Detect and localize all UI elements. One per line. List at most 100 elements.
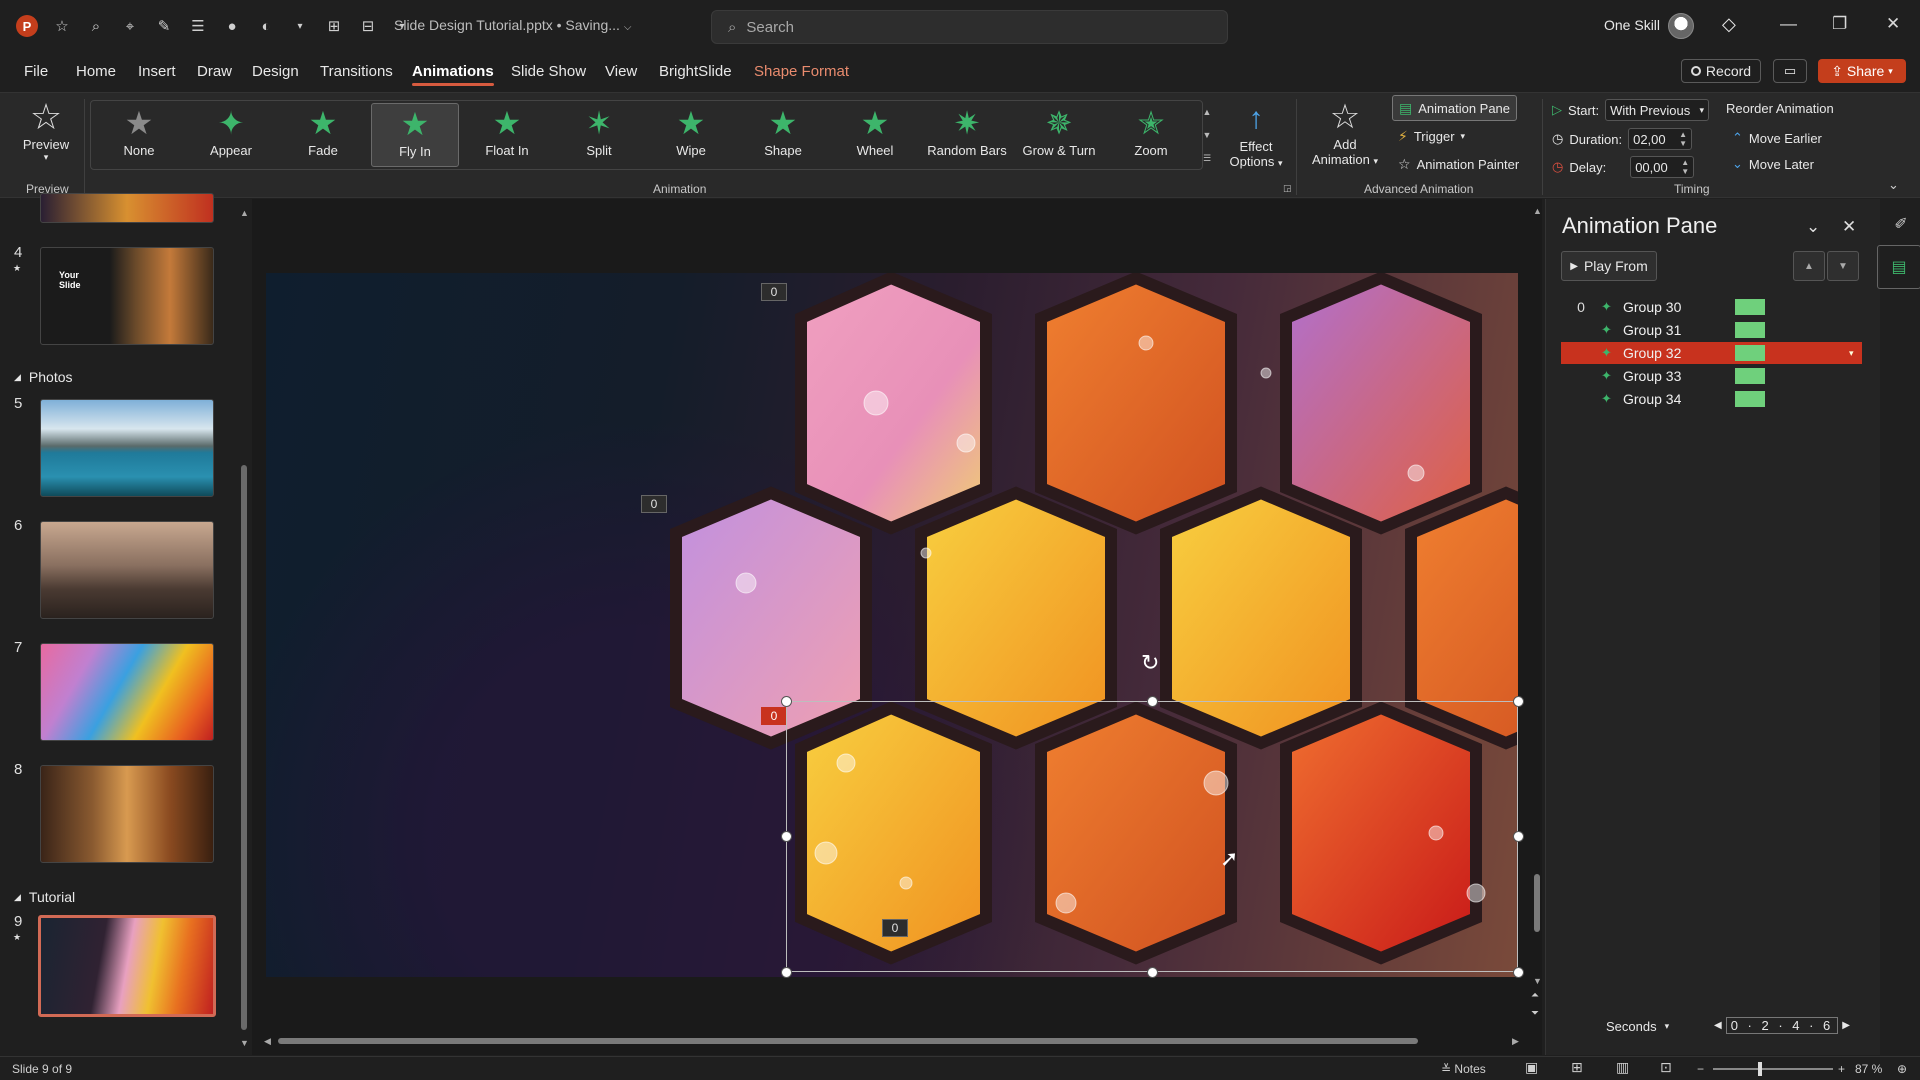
list-item[interactable]: ✦ Group 34 <box>1561 388 1862 410</box>
move-later-button[interactable]: ⌄ Move Later <box>1732 156 1814 172</box>
rotate-handle-icon[interactable]: ↻ <box>1141 650 1159 676</box>
tab-brightslide[interactable]: BrightSlide <box>659 63 732 80</box>
tab-draw[interactable]: Draw <box>197 63 232 80</box>
chevron-up-icon[interactable]: ▲ <box>1203 107 1212 117</box>
thumbnails-scrollbar[interactable]: ▲ ▼ <box>240 208 249 1048</box>
tab-home[interactable]: Home <box>76 63 116 80</box>
slide-thumbnail-9[interactable] <box>38 915 216 1017</box>
close-icon[interactable]: ✕ <box>1842 217 1856 237</box>
minimize-icon[interactable]: — <box>1780 14 1797 34</box>
timeline-bar[interactable] <box>1735 368 1765 384</box>
slide-thumbnail-6[interactable] <box>40 521 214 619</box>
slide-thumbnail-8[interactable] <box>40 765 214 863</box>
notes-button[interactable]: ≚ Notes <box>1441 1062 1486 1076</box>
section-tutorial[interactable]: ◢ Tutorial <box>14 889 75 905</box>
previous-slide-icon[interactable]: ⏶ <box>1531 990 1539 1001</box>
zoom-in-icon[interactable]: + <box>1838 1062 1845 1076</box>
animation-tag[interactable]: 0 <box>761 283 787 301</box>
anim-fade[interactable]: ★ Fade <box>279 103 367 167</box>
scrollbar-thumb[interactable] <box>278 1038 1418 1044</box>
list-item[interactable]: ✦ Group 33 <box>1561 365 1862 387</box>
tab-view[interactable]: View <box>605 63 637 80</box>
scroll-up-icon[interactable]: ▲ <box>1533 206 1542 216</box>
effect-options-button[interactable]: ↑ Effect Options ▾ <box>1222 99 1290 169</box>
anim-random-bars[interactable]: ✷ Random Bars <box>923 103 1011 167</box>
designer-icon[interactable]: ✐ <box>1888 211 1914 237</box>
anim-wipe[interactable]: ★ Wipe <box>647 103 735 167</box>
animation-pane-toggle-icon[interactable]: ▤ <box>1877 245 1920 289</box>
zoom-out-icon[interactable]: − <box>1697 1062 1704 1076</box>
spinner-icon[interactable]: ▲ ▼ <box>1681 158 1689 176</box>
more-icon[interactable]: ☰ <box>1203 153 1211 164</box>
slide-sorter-icon[interactable]: ⊞ <box>1571 1059 1583 1076</box>
resize-handle[interactable] <box>1513 696 1524 707</box>
distribute-icon[interactable]: ⊞ <box>324 16 344 36</box>
chevron-right-icon[interactable]: ▶ <box>1842 1020 1850 1031</box>
duration-input[interactable]: 02,00 ▲ ▼ <box>1628 128 1693 150</box>
list-item[interactable]: 0 ✦ Group 30 <box>1561 296 1862 318</box>
move-earlier-button[interactable]: ⌃ Move Earlier <box>1732 130 1822 146</box>
animation-tag[interactable]: 0 <box>641 495 667 513</box>
timeline-bar[interactable] <box>1735 391 1765 407</box>
zoom-icon[interactable]: ⌕ <box>86 16 106 36</box>
tab-shape-format[interactable]: Shape Format <box>754 63 849 80</box>
tab-slide-show[interactable]: Slide Show <box>511 63 586 80</box>
scrollbar-thumb[interactable] <box>241 465 247 1030</box>
resize-handle[interactable] <box>1513 967 1524 978</box>
anim-wheel[interactable]: ★ Wheel <box>831 103 919 167</box>
anim-shape[interactable]: ★ Shape <box>739 103 827 167</box>
selection-box[interactable] <box>786 701 1518 972</box>
avatar[interactable] <box>1668 13 1694 39</box>
restore-icon[interactable]: ❐ <box>1832 14 1847 34</box>
chevron-down-icon[interactable]: ▾ <box>290 16 310 36</box>
slide-thumbnail-7[interactable] <box>40 643 214 741</box>
preview-button[interactable]: ☆ Preview ▾ <box>16 97 76 163</box>
trigger-button[interactable]: ⚡ Trigger ▾ <box>1392 123 1471 149</box>
premium-diamond-icon[interactable]: ◇ <box>1722 14 1736 35</box>
zoom-level[interactable]: 87 % <box>1855 1062 1882 1076</box>
normal-view-icon[interactable]: ▣ <box>1525 1059 1538 1076</box>
timeline-scale[interactable]: ◀ 0 · 2 · 4 · 6 ▶ <box>1714 1017 1850 1034</box>
zoom-slider-handle[interactable] <box>1758 1062 1762 1076</box>
chevron-left-icon[interactable]: ◀ <box>1714 1020 1722 1031</box>
resize-handle[interactable] <box>1147 696 1158 707</box>
anim-float-in[interactable]: ★ Float In <box>463 103 551 167</box>
align-icon[interactable]: ☰ <box>188 16 208 36</box>
animation-tag-selected[interactable]: 0 <box>761 707 787 725</box>
account-name[interactable]: One Skill <box>1604 17 1660 33</box>
slideshow-view-icon[interactable]: ⊡ <box>1660 1059 1672 1076</box>
timeline-bar[interactable] <box>1735 322 1765 338</box>
move-up-button[interactable]: ▲ <box>1793 251 1825 281</box>
pen-icon[interactable]: ✎ <box>154 16 174 36</box>
spinner-icon[interactable]: ▲ ▼ <box>1679 130 1687 148</box>
hexagon-tile[interactable] <box>1280 273 1482 535</box>
anim-appear[interactable]: ✦ Appear <box>187 103 275 167</box>
slide-thumbnail-3-partial[interactable] <box>40 193 214 223</box>
section-photos[interactable]: ◢ Photos <box>14 369 73 385</box>
tab-transitions[interactable]: Transitions <box>320 63 393 80</box>
list-item[interactable]: ✦ Group 31 <box>1561 319 1862 341</box>
anim-fly-in[interactable]: ★ Fly In <box>371 103 459 167</box>
anim-grow-turn[interactable]: ✵ Grow & Turn <box>1015 103 1103 167</box>
timeline-bar[interactable] <box>1735 345 1765 361</box>
animation-painter-button[interactable]: ☆ Animation Painter <box>1392 151 1525 177</box>
resize-handle[interactable] <box>781 696 792 707</box>
star-icon[interactable]: ☆ <box>52 16 72 36</box>
next-slide-icon[interactable]: ⏷ <box>1531 1008 1539 1019</box>
share-button[interactable]: ⇪ Share ▾ <box>1818 59 1906 83</box>
circle-shape-icon[interactable]: ● <box>222 16 242 36</box>
slide-vertical-scrollbar[interactable]: ▲ ▼ <box>1532 206 1542 986</box>
tab-design[interactable]: Design <box>252 63 299 80</box>
move-down-button[interactable]: ▼ <box>1827 251 1859 281</box>
fit-slide-icon[interactable]: ⊕ <box>1897 1062 1907 1076</box>
scroll-down-icon[interactable]: ▼ <box>1533 976 1542 986</box>
shapes-icon[interactable]: ◐ <box>256 16 276 36</box>
align-center-icon[interactable]: ⊟ <box>358 16 378 36</box>
hexagon-tile[interactable] <box>1035 273 1237 535</box>
resize-handle[interactable] <box>781 831 792 842</box>
slide-thumbnail-4[interactable]: Your Slide <box>40 247 214 345</box>
zoom-slider[interactable] <box>1713 1068 1833 1070</box>
crosshair-icon[interactable]: ⌖ <box>120 16 140 36</box>
anim-zoom[interactable]: ✭ Zoom <box>1107 103 1195 167</box>
seconds-dropdown[interactable]: Seconds ▾ <box>1606 1019 1669 1034</box>
